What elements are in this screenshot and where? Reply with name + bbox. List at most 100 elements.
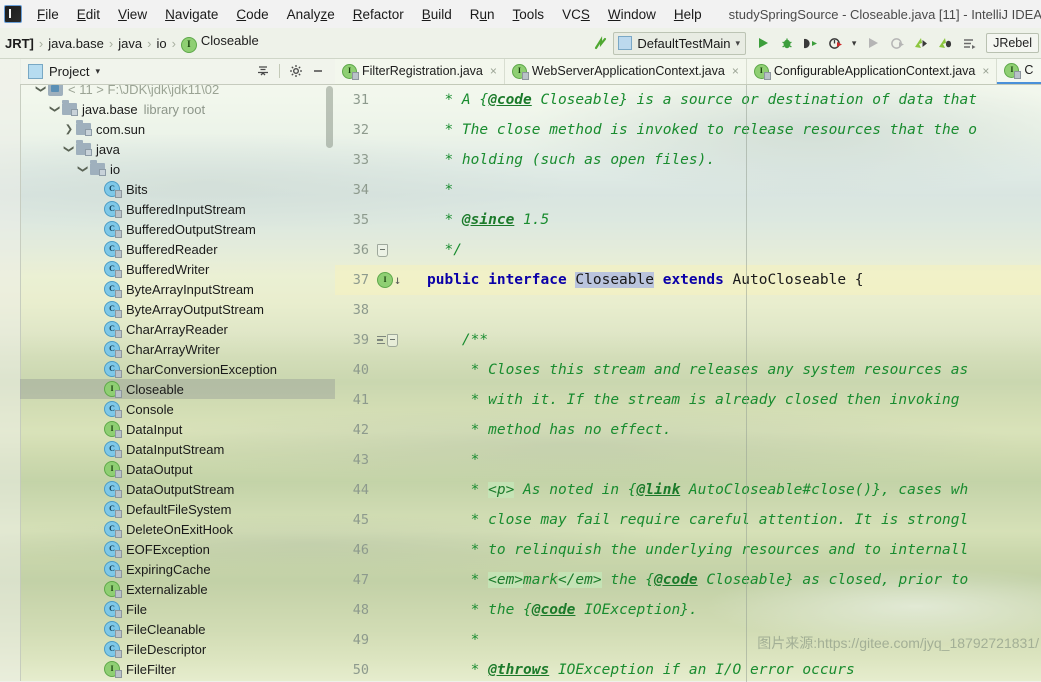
close-icon[interactable]: × (490, 64, 497, 78)
debug-icon[interactable] (776, 32, 798, 54)
collapse-all-icon[interactable] (254, 62, 272, 80)
tree-node-bytearrayinputstream[interactable]: C ByteArrayInputStream (20, 279, 335, 299)
editor-tab-filterregistrationjava[interactable]: I FilterRegistration.java × (335, 58, 505, 84)
code-line[interactable]: 32 * The close method is invoked to rele… (335, 115, 1041, 145)
javadoc-marker-icon[interactable] (377, 335, 386, 345)
code-line[interactable]: 33 * holding (such as open files). (335, 145, 1041, 175)
breadcrumb-item-java[interactable]: java (115, 36, 145, 51)
chevron-down-icon[interactable]: ❯ (34, 85, 48, 96)
menu-item-help[interactable]: Help (665, 4, 711, 25)
chevron-down-icon[interactable]: ❯ (76, 162, 90, 176)
tree-node-bufferedoutputstream[interactable]: C BufferedOutputStream (20, 219, 335, 239)
profiler-icon[interactable] (824, 32, 846, 54)
jrebel-panel-button[interactable]: JRebel (986, 33, 1039, 53)
code-line[interactable]: 44 * <p> As noted in {@link AutoCloseabl… (335, 475, 1041, 505)
tree-node-comsun[interactable]: ❯ com.sun (20, 119, 335, 139)
hide-panel-icon[interactable] (309, 62, 327, 80)
code-lines[interactable]: 31 * A {@code Closeable} is a source or … (335, 85, 1041, 682)
tree-node-deleteonexithook[interactable]: C DeleteOnExitHook (20, 519, 335, 539)
menu-item-build[interactable]: Build (413, 4, 461, 25)
code-line[interactable]: 48 * the {@code IOException}. (335, 595, 1041, 625)
code-line[interactable]: 49 * (335, 625, 1041, 655)
menu-item-analyze[interactable]: Analyze (278, 4, 344, 25)
profiler-dropdown-icon[interactable]: ▾ (848, 32, 860, 54)
run-icon[interactable] (752, 32, 774, 54)
tree-node-filecleanable[interactable]: C FileCleanable (20, 619, 335, 639)
tree-node-datainput[interactable]: I DataInput (20, 419, 335, 439)
code-line[interactable]: 38 (335, 295, 1041, 325)
close-icon[interactable]: × (982, 64, 989, 78)
tree-node-bits[interactable]: C Bits (20, 179, 335, 199)
code-line[interactable]: 43 * (335, 445, 1041, 475)
code-fold-icon[interactable] (377, 243, 388, 257)
tree-node-chararrayreader[interactable]: C CharArrayReader (20, 319, 335, 339)
rerun-icon[interactable] (862, 32, 884, 54)
breadcrumb-item-closeable[interactable]: I Closeable (178, 33, 262, 53)
tree-node-console[interactable]: C Console (20, 399, 335, 419)
tree-node-java[interactable]: ❯ java (20, 139, 335, 159)
chevron-down-icon[interactable]: ▾ (95, 66, 100, 77)
editor-tab-configurableapplicationcontextjava[interactable]: I ConfigurableApplicationContext.java × (746, 58, 998, 84)
tree-node-charconversionexception[interactable]: C CharConversionException (20, 359, 335, 379)
tree-node-bufferedinputstream[interactable]: C BufferedInputStream (20, 199, 335, 219)
tree-node-io[interactable]: ❯ io (20, 159, 335, 179)
implemented-by-icon[interactable]: I (377, 272, 393, 288)
code-line[interactable]: 46 * to relinquish the underlying resour… (335, 535, 1041, 565)
menu-item-vcs[interactable]: VCS (553, 4, 599, 25)
menu-item-file[interactable]: File (28, 4, 68, 25)
code-line[interactable]: 39 /** (335, 325, 1041, 355)
tree-node-defaultfilesystem[interactable]: C DefaultFileSystem (20, 499, 335, 519)
tree-node-bufferedwriter[interactable]: C BufferedWriter (20, 259, 335, 279)
chevron-down-icon[interactable]: ❯ (48, 102, 62, 116)
menu-item-view[interactable]: View (109, 4, 156, 25)
menu-item-run[interactable]: Run (461, 4, 504, 25)
code-line[interactable]: 41 * with it. If the stream is already c… (335, 385, 1041, 415)
left-tool-window-strip[interactable] (0, 58, 21, 681)
code-line[interactable]: 37 I ↓ public interface Closeable extends A… (335, 265, 1041, 295)
tree-node-expiringcache[interactable]: C ExpiringCache (20, 559, 335, 579)
menu-item-navigate[interactable]: Navigate (156, 4, 227, 25)
editor-gutter[interactable] (375, 333, 417, 347)
code-line[interactable]: 34 * (335, 175, 1041, 205)
tree-node-chararraywriter[interactable]: C CharArrayWriter (20, 339, 335, 359)
close-icon[interactable]: × (732, 64, 739, 78)
tree-node-filedescriptor[interactable]: C FileDescriptor (20, 639, 335, 659)
tree-node-javabase[interactable]: ❯ java.base library root (20, 99, 335, 119)
select-target-icon[interactable] (958, 32, 980, 54)
attach-profiler-icon[interactable] (886, 32, 908, 54)
menu-item-edit[interactable]: Edit (68, 4, 109, 25)
code-line[interactable]: 42 * method has no effect. (335, 415, 1041, 445)
settings-gear-icon[interactable] (287, 62, 305, 80)
code-line[interactable]: 40 * Closes this stream and releases any… (335, 355, 1041, 385)
editor-tab-webserverapplicationcontextjava[interactable]: I WebServerApplicationContext.java × (504, 58, 747, 84)
tree-node-externalizable[interactable]: I Externalizable (20, 579, 335, 599)
jrebel-run-icon[interactable] (910, 32, 932, 54)
tree-node-bufferedreader[interactable]: C BufferedReader (20, 239, 335, 259)
project-tree-scrollbar[interactable] (326, 86, 333, 148)
menu-item-refactor[interactable]: Refactor (344, 4, 413, 25)
chevron-down-icon[interactable]: ❯ (62, 142, 76, 156)
project-tree[interactable]: ❯ < 11 > F:\JDK\jdk\jdk11\02 ❯ java.base lib… (20, 85, 335, 682)
tree-node-11fjdkjdkjdk1102[interactable]: ❯ < 11 > F:\JDK\jdk\jdk11\02 (20, 85, 335, 99)
editor-gutter[interactable] (375, 243, 417, 257)
tree-node-bytearrayoutputstream[interactable]: C ByteArrayOutputStream (20, 299, 335, 319)
tree-node-dataoutput[interactable]: I DataOutput (20, 459, 335, 479)
code-line[interactable]: 45 * close may fail require careful atte… (335, 505, 1041, 535)
code-fold-icon[interactable] (387, 333, 398, 347)
implementing-arrow-down-icon[interactable]: ↓ (394, 274, 401, 286)
breadcrumb-item-javabase[interactable]: java.base (45, 36, 107, 51)
run-with-coverage-icon[interactable] (800, 32, 822, 54)
code-line[interactable]: 35 * @since 1.5 (335, 205, 1041, 235)
tree-node-filefilter[interactable]: I FileFilter (20, 659, 335, 679)
editor-tab-c[interactable]: IC× (997, 58, 1041, 84)
tree-node-closeable[interactable]: I Closeable (20, 379, 335, 399)
tree-node-file[interactable]: C File (20, 599, 335, 619)
code-viewport[interactable]: 31 * A {@code Closeable} is a source or … (335, 85, 1041, 682)
menu-item-tools[interactable]: Tools (504, 4, 554, 25)
code-line[interactable]: 50 * @throws IOException if an I/O error… (335, 655, 1041, 682)
chevron-right-icon[interactable]: ❯ (62, 122, 76, 136)
tree-node-eofexception[interactable]: C EOFException (20, 539, 335, 559)
menu-item-code[interactable]: Code (227, 4, 277, 25)
make-project-icon[interactable] (589, 32, 611, 54)
tree-node-dataoutputstream[interactable]: C DataOutputStream (20, 479, 335, 499)
